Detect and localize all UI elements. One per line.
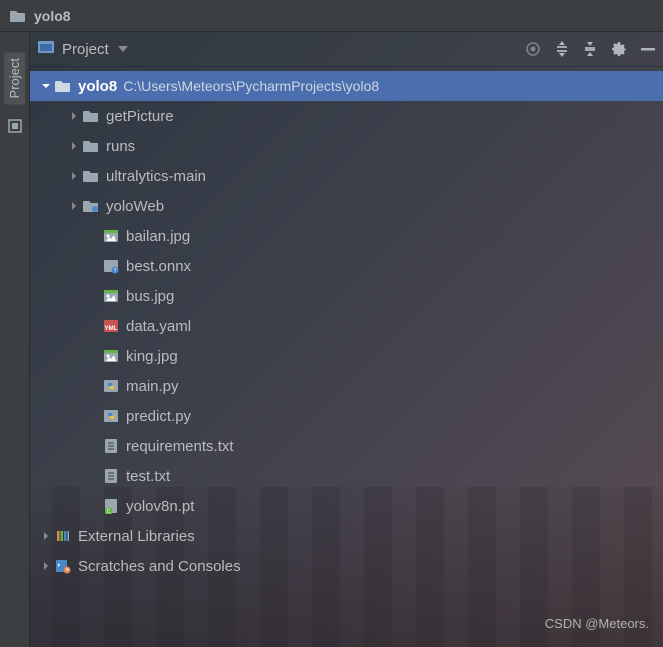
tree-item[interactable]: ? best.onnx (30, 251, 663, 281)
folder-icon (54, 77, 72, 95)
node-path: C:\Users\Meteors\PycharmProjects\yolo8 (123, 78, 379, 94)
tree-item[interactable]: yoloWeb (30, 191, 663, 221)
watermark: CSDN @Meteors. (545, 616, 649, 631)
node-label: External Libraries (78, 528, 195, 545)
node-label: ultralytics-main (106, 168, 206, 185)
image-icon (102, 347, 120, 365)
structure-icon[interactable] (7, 118, 23, 138)
node-label: bus.jpg (126, 288, 174, 305)
chevron-right-icon[interactable] (66, 111, 82, 121)
node-label: yolo8 (78, 78, 117, 95)
panel-header: Project (30, 32, 663, 67)
python-icon (102, 407, 120, 425)
project-tree[interactable]: yolo8 C:\Users\Meteors\PycharmProjects\yo… (30, 67, 663, 647)
gear-icon[interactable] (611, 41, 627, 57)
folder-icon (10, 9, 26, 23)
tree-item[interactable]: bus.jpg (30, 281, 663, 311)
tree-item[interactable]: test.txt (30, 461, 663, 491)
tree-item[interactable]: getPicture (30, 101, 663, 131)
folder-icon (82, 107, 100, 125)
svg-text:C: C (107, 509, 111, 514)
folder-icon (82, 137, 100, 155)
chevron-right-icon[interactable] (38, 561, 54, 571)
select-opened-icon[interactable] (525, 41, 541, 57)
project-title: yolo8 (34, 8, 71, 24)
onnx-icon: ? (102, 257, 120, 275)
svg-text:YML: YML (105, 326, 118, 332)
node-label: yolov8n.pt (126, 498, 194, 515)
tree-item[interactable]: king.jpg (30, 341, 663, 371)
text-icon (102, 437, 120, 455)
tree-item[interactable]: Scratches and Consoles (30, 551, 663, 581)
yaml-icon: YML (102, 317, 120, 335)
titlebar: yolo8 (0, 0, 663, 32)
tree-item[interactable]: bailan.jpg (30, 221, 663, 251)
chevron-right-icon[interactable] (38, 531, 54, 541)
tree-item[interactable]: External Libraries (30, 521, 663, 551)
tree-item[interactable]: Cyolov8n.pt (30, 491, 663, 521)
tree-root[interactable]: yolo8 C:\Users\Meteors\PycharmProjects\yo… (30, 71, 663, 101)
node-label: best.onnx (126, 258, 191, 275)
project-tool-tab[interactable]: Project (4, 52, 25, 104)
tree-item[interactable]: runs (30, 131, 663, 161)
node-label: runs (106, 138, 135, 155)
image-icon (102, 227, 120, 245)
panel-title[interactable]: Project (62, 41, 109, 58)
tree-item[interactable]: main.py (30, 371, 663, 401)
tree-item[interactable]: predict.py (30, 401, 663, 431)
node-label: data.yaml (126, 318, 191, 335)
node-label: requirements.txt (126, 438, 234, 455)
tree-item[interactable]: YML data.yaml (30, 311, 663, 341)
tree-item[interactable]: requirements.txt (30, 431, 663, 461)
chevron-right-icon[interactable] (66, 201, 82, 211)
folder-src-icon (82, 197, 100, 215)
chevron-right-icon[interactable] (66, 141, 82, 151)
node-label: Scratches and Consoles (78, 558, 241, 575)
project-view-icon (38, 40, 54, 58)
python-icon (102, 377, 120, 395)
expand-all-icon[interactable] (555, 41, 569, 57)
panel-actions (525, 41, 655, 57)
image-icon (102, 287, 120, 305)
folder-icon (82, 167, 100, 185)
tree-item[interactable]: ultralytics-main (30, 161, 663, 191)
collapse-all-icon[interactable] (583, 41, 597, 57)
node-label: yoloWeb (106, 198, 164, 215)
chevron-right-icon[interactable] (66, 171, 82, 181)
text-icon (102, 467, 120, 485)
chevron-down-icon[interactable] (38, 81, 54, 91)
node-label: test.txt (126, 468, 170, 485)
tool-sidebar: Project (0, 32, 30, 647)
chevron-down-icon[interactable] (117, 41, 129, 58)
node-label: king.jpg (126, 348, 178, 365)
node-label: getPicture (106, 108, 174, 125)
hide-icon[interactable] (641, 42, 655, 56)
node-label: predict.py (126, 408, 191, 425)
svg-text:?: ? (114, 268, 117, 274)
libraries-icon (54, 527, 72, 545)
project-panel: Project (30, 32, 663, 647)
scratches-icon (54, 557, 72, 575)
node-label: main.py (126, 378, 179, 395)
pt-icon: C (102, 497, 120, 515)
node-label: bailan.jpg (126, 228, 190, 245)
